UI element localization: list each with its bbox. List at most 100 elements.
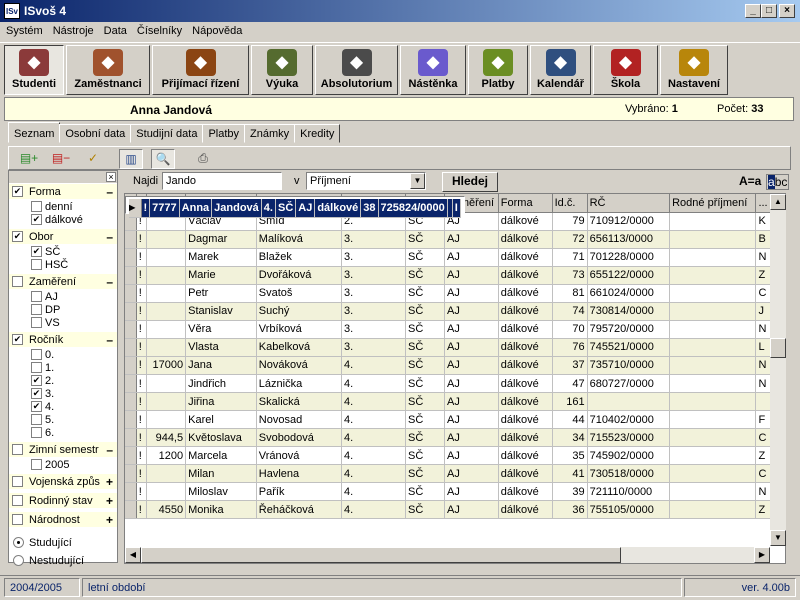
row-indicator[interactable]: [125, 338, 137, 357]
table-row[interactable]: ! Petr Svatoš 3. SČ AJ dálkové 81 661024/0000 C: [125, 284, 785, 303]
grid-vertical-scrollbar[interactable]: ▲ ▼: [770, 194, 786, 546]
table-row[interactable]: ! Dagmar Malíková 3. SČ AJ dálkové 72 656113/000…: [125, 230, 785, 249]
menu-system[interactable]: Systém: [0, 22, 48, 37]
scroll-right-icon[interactable]: ▶: [754, 547, 770, 563]
expand-icon[interactable]: +: [106, 513, 113, 527]
filter-option-checkbox[interactable]: [31, 304, 42, 315]
filter-group[interactable]: Národnost +: [9, 512, 117, 527]
confirm-record-icon[interactable]: ✓: [81, 149, 105, 169]
filter-option-checkbox[interactable]: ✔: [31, 214, 42, 225]
table-row[interactable]: ! 17000 Jana Nováková 4. SČ AJ dálkové 37 735710/…: [125, 356, 785, 375]
filter-group[interactable]: Zimní semestr –: [9, 442, 117, 457]
filter-option-checkbox[interactable]: ✔: [31, 388, 42, 399]
row-indicator[interactable]: [125, 302, 137, 321]
filter-option-checkbox[interactable]: [31, 414, 42, 425]
row-indicator[interactable]: [125, 446, 137, 465]
filter-group[interactable]: ✔ Obor –: [9, 229, 117, 244]
toolbar-graduation-button[interactable]: ◆ Absolutorium: [315, 45, 398, 95]
scroll-thumb[interactable]: [770, 338, 786, 358]
row-indicator[interactable]: [125, 464, 137, 483]
table-row[interactable]: ! Marie Dvořáková 3. SČ AJ dálkové 73 655122/000…: [125, 266, 785, 285]
toolbar-payments-button[interactable]: ◆ Platby: [468, 45, 528, 95]
search-icon[interactable]: 🔍: [151, 149, 175, 169]
filter-group[interactable]: Rodinný stav +: [9, 493, 117, 508]
toolbar-teaching-button[interactable]: ◆ Výuka: [251, 45, 313, 95]
filter-group-checkbox[interactable]: ✔: [12, 186, 23, 197]
print-icon[interactable]: ⎙: [191, 149, 215, 169]
filter-option-checkbox[interactable]: [31, 349, 42, 360]
maximize-button[interactable]: □: [761, 4, 777, 18]
menu-codelists[interactable]: Číselníky: [132, 22, 187, 37]
filter-option-checkbox[interactable]: [31, 459, 42, 470]
row-indicator[interactable]: [125, 320, 137, 339]
row-indicator[interactable]: [125, 248, 137, 267]
table-row[interactable]: ! Věra Vrbíková 3. SČ AJ dálkové 70 795720/0000 N: [125, 320, 785, 339]
row-indicator[interactable]: [125, 356, 137, 375]
toolbar-students-button[interactable]: ◆ Studenti: [4, 45, 64, 95]
table-row[interactable]: ▶! 7777 Anna Jandová 4. SČ AJ dálkové 38 725824/0…: [125, 196, 465, 218]
tab-personal-data[interactable]: Osobní data: [59, 124, 132, 143]
filter-group[interactable]: ✔ Forma –: [9, 184, 117, 199]
chevron-down-icon[interactable]: ▼: [410, 173, 425, 189]
expand-icon[interactable]: +: [106, 494, 113, 508]
filter-option-checkbox[interactable]: ✔: [31, 401, 42, 412]
filter-group-checkbox[interactable]: ✔: [12, 334, 23, 345]
row-indicator[interactable]: [125, 428, 137, 447]
filter-option-checkbox[interactable]: ✔: [31, 246, 42, 257]
toolbar-employees-button[interactable]: ◆ Zaměstnanci: [66, 45, 150, 95]
filter-group-checkbox[interactable]: [12, 444, 23, 455]
table-row[interactable]: ! Jiřina Skalická 4. SČ AJ dálkové 161: [125, 392, 785, 411]
scroll-up-icon[interactable]: ▲: [770, 194, 786, 210]
close-button[interactable]: ×: [779, 4, 795, 18]
column-header[interactable]: Id.č.: [552, 194, 588, 213]
toolbar-school-button[interactable]: ◆ Škola: [593, 45, 658, 95]
filter-option-checkbox[interactable]: [31, 427, 42, 438]
collapse-icon[interactable]: –: [106, 185, 113, 199]
toolbar-admission-button[interactable]: ◆ Přijímací řízení: [152, 45, 249, 95]
column-header[interactable]: Forma: [498, 194, 553, 213]
row-indicator[interactable]: [125, 266, 137, 285]
filter-group[interactable]: ✔ Ročník –: [9, 332, 117, 347]
filter-option-checkbox[interactable]: [31, 201, 42, 212]
filter-group-checkbox[interactable]: [12, 514, 23, 525]
table-row[interactable]: ! 1200 Marcela Vránová 4. SČ AJ dálkové 35 745902…: [125, 446, 785, 465]
table-row[interactable]: ! Jindřich Láznička 4. SČ AJ dálkové 47 680727/0…: [125, 374, 785, 393]
collapse-icon[interactable]: –: [106, 443, 113, 457]
radio-button[interactable]: [13, 555, 24, 566]
collapse-icon[interactable]: –: [106, 275, 113, 289]
close-panel-icon[interactable]: ×: [106, 172, 116, 182]
filter-option-checkbox[interactable]: [31, 291, 42, 302]
table-row[interactable]: ! Miloslav Pařík 4. SČ AJ dálkové 39 721110/0000…: [125, 482, 785, 501]
filter-group-checkbox[interactable]: ✔: [12, 231, 23, 242]
column-header[interactable]: Rodné příjmení: [669, 194, 757, 213]
toolbar-noticeboard-button[interactable]: ◆ Nástěnka: [400, 45, 466, 95]
table-row[interactable]: ! Marek Blažek 3. SČ AJ dálkové 71 701228/0000 N: [125, 248, 785, 267]
filter-group-checkbox[interactable]: [12, 476, 23, 487]
table-row[interactable]: ! 4550 Monika Řeháčková 4. SČ AJ dálkové 36 75510…: [125, 500, 785, 519]
filter-group-checkbox[interactable]: [12, 276, 23, 287]
radio-button[interactable]: [13, 537, 24, 548]
search-input[interactable]: Jando: [162, 172, 282, 190]
filter-option-checkbox[interactable]: [31, 317, 42, 328]
scroll-down-icon[interactable]: ▼: [770, 530, 786, 546]
filter-option-checkbox[interactable]: [31, 259, 42, 270]
table-row[interactable]: ! 944,5 Květoslava Svobodová 4. SČ AJ dálkové 34…: [125, 428, 785, 447]
filter-group[interactable]: Vojenská způs +: [9, 474, 117, 489]
hscroll-thumb[interactable]: [141, 547, 621, 563]
toolbar-calendar-button[interactable]: ◆ Kalendář: [530, 45, 591, 95]
tab-payments[interactable]: Platby: [202, 124, 246, 143]
menu-help[interactable]: Nápověda: [187, 22, 247, 37]
row-indicator[interactable]: [125, 482, 137, 501]
grid-horizontal-scrollbar[interactable]: ◀ ▶: [125, 547, 770, 563]
tab-study-data[interactable]: Studijní data: [130, 124, 204, 143]
menu-tools[interactable]: Nástroje: [48, 22, 99, 37]
toolbar-settings-button[interactable]: ◆ Nastavení: [660, 45, 728, 95]
filter-group-checkbox[interactable]: [12, 495, 23, 506]
tab-grades[interactable]: Známky: [244, 124, 296, 143]
current-row-arrow-icon[interactable]: ▶: [129, 199, 142, 218]
filter-panel-icon[interactable]: ▥: [119, 149, 143, 169]
menu-data[interactable]: Data: [99, 22, 132, 37]
case-sensitive-toggle[interactable]: A=a: [739, 174, 761, 188]
row-indicator[interactable]: [125, 374, 137, 393]
delete-record-icon[interactable]: ▤−: [49, 149, 73, 169]
